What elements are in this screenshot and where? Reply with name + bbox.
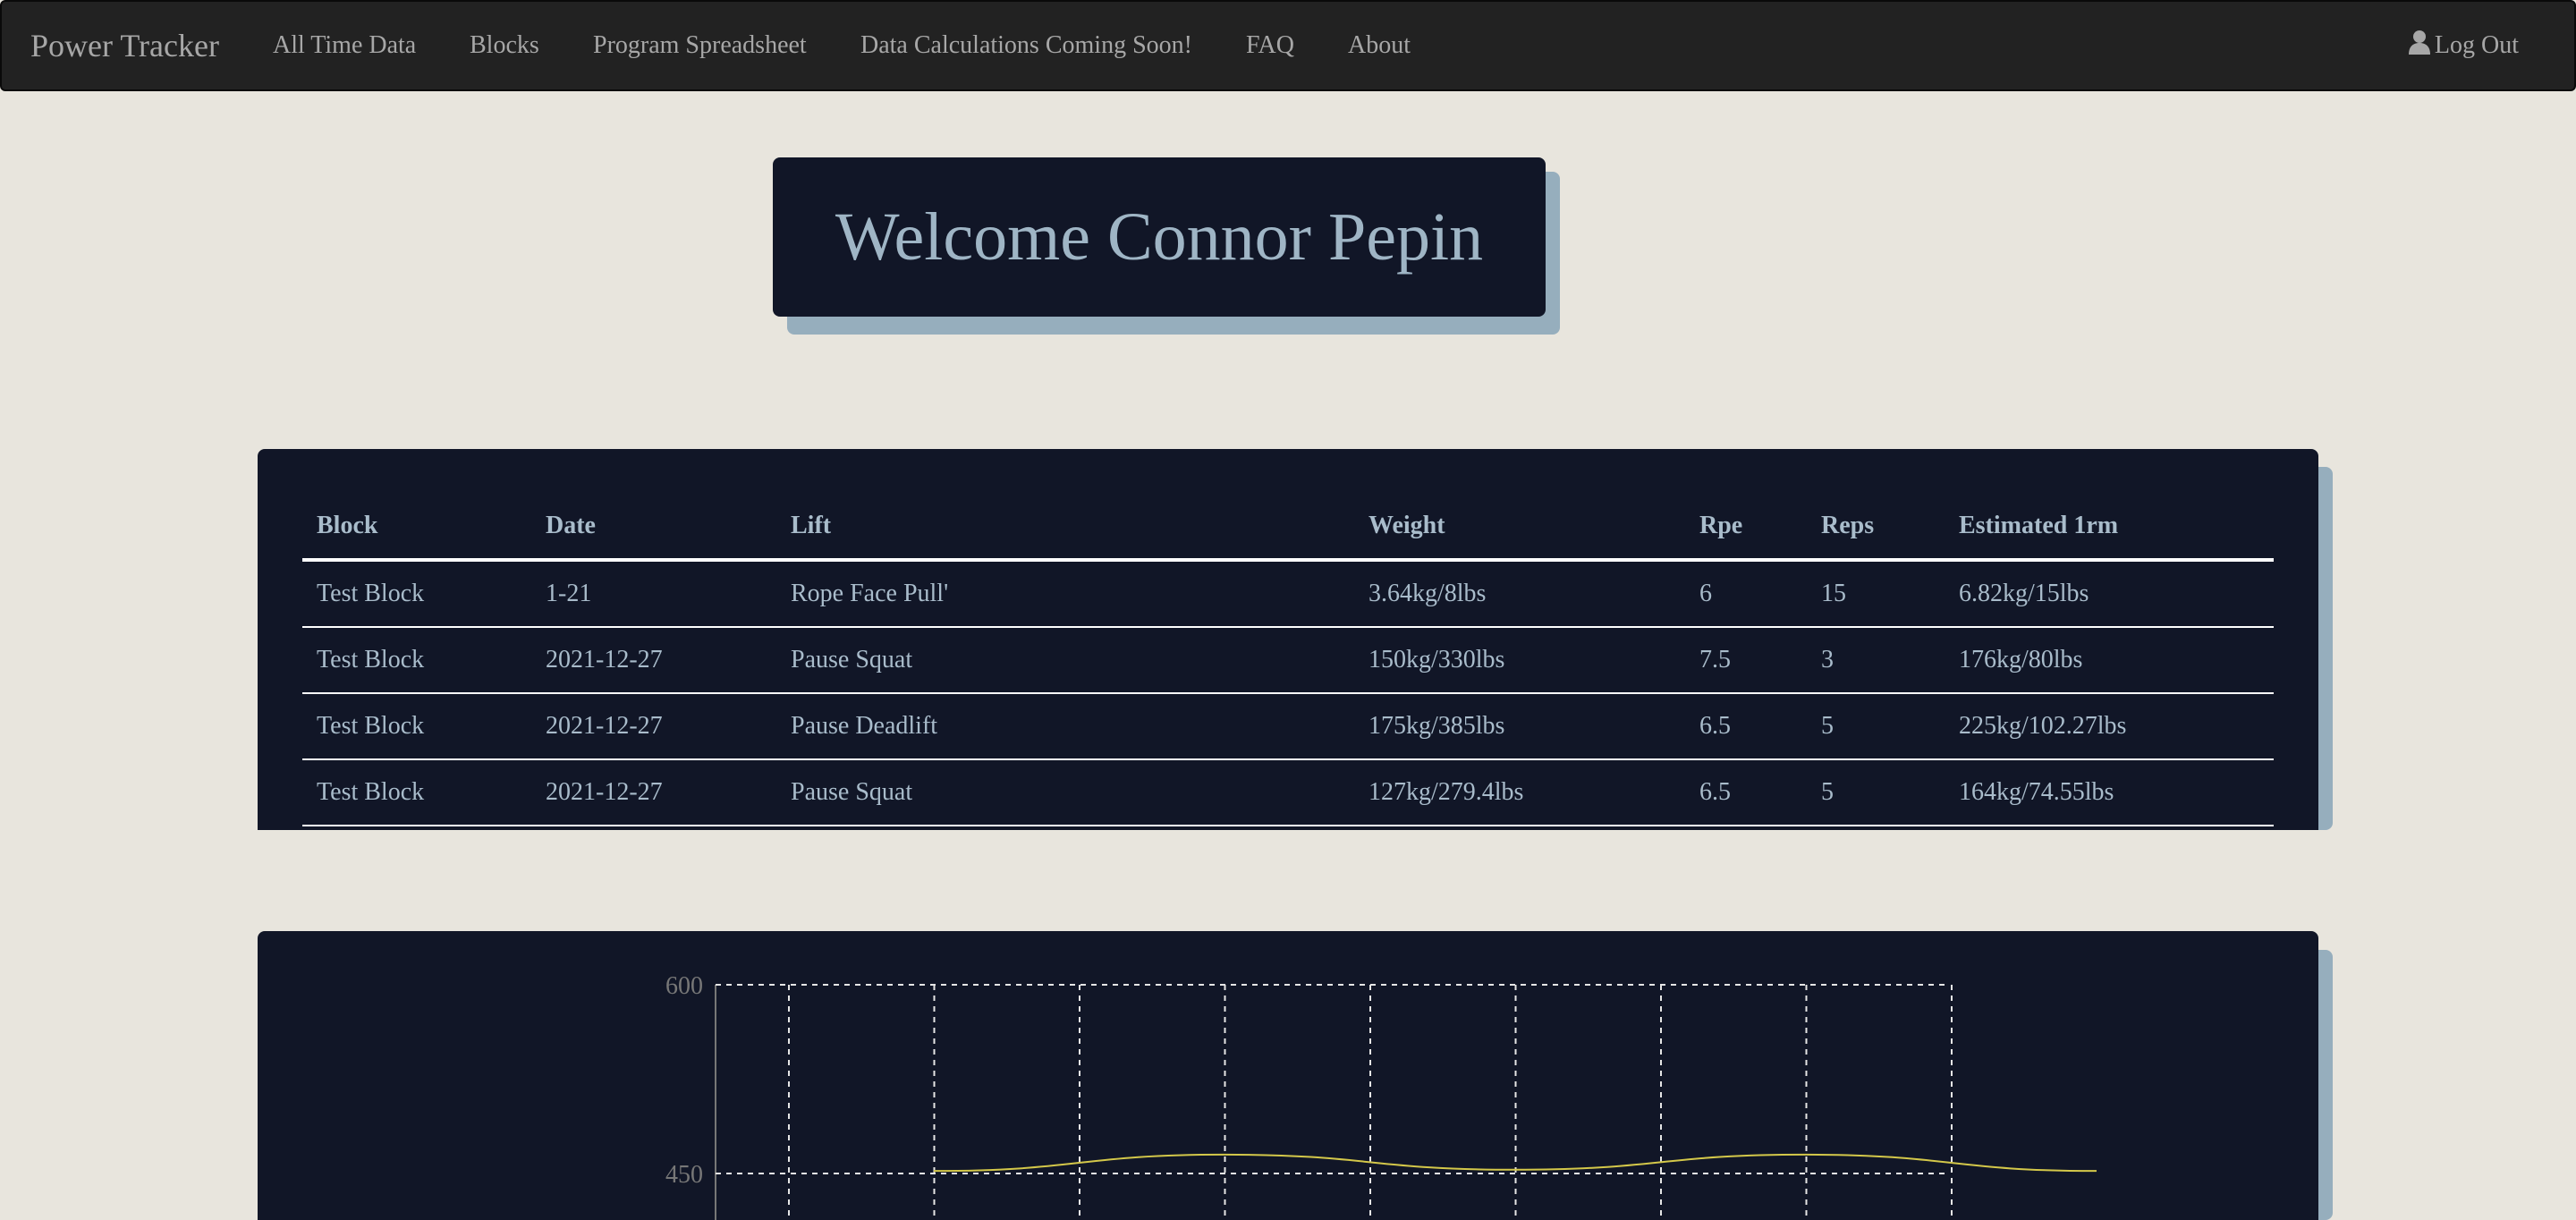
header-weight: Weight bbox=[1354, 494, 1685, 562]
cell-date: 1-21 bbox=[531, 560, 776, 628]
header-estimated-1rm: Estimated 1rm bbox=[1945, 494, 2274, 562]
cell-lift: Rope Face Pull' bbox=[776, 560, 1354, 628]
table-row: Test Block 1-21 Rope Face Pull' 3.64kg/8… bbox=[302, 560, 2274, 628]
cell-block: Test Block bbox=[302, 560, 531, 628]
cell-estimated-1rm: 164kg/74.55lbs bbox=[1945, 759, 2274, 826]
header-reps: Reps bbox=[1807, 494, 1945, 562]
header-rpe: Rpe bbox=[1685, 494, 1807, 562]
cell-estimated-1rm: 225kg/102.27lbs bbox=[1945, 693, 2274, 760]
cell-lift: Pause Deadlift bbox=[776, 693, 1354, 760]
cell-lift: Pause Squat bbox=[776, 759, 1354, 826]
lifts-table: Block Date Lift Weight Rpe Reps Estimate… bbox=[302, 494, 2274, 826]
user-icon bbox=[2408, 30, 2430, 55]
logout-link[interactable]: Log Out bbox=[2408, 2, 2519, 89]
lift-chart: 600 450 bbox=[665, 972, 2097, 1220]
cell-estimated-1rm: 6.82kg/15lbs bbox=[1945, 560, 2274, 628]
nav-blocks[interactable]: Blocks bbox=[470, 2, 539, 89]
cell-rpe: 7.5 bbox=[1685, 627, 1807, 694]
cell-date: 2021-12-27 bbox=[531, 759, 776, 826]
cell-reps: 5 bbox=[1807, 693, 1945, 760]
cell-reps: 5 bbox=[1807, 759, 1945, 826]
nav-all-time-data[interactable]: All Time Data bbox=[273, 2, 416, 89]
table-row: Test Block 2021-12-27 Pause Squat 150kg/… bbox=[302, 627, 2274, 694]
header-lift: Lift bbox=[776, 494, 1354, 562]
cell-date: 2021-12-27 bbox=[531, 627, 776, 694]
cell-block: Test Block bbox=[302, 693, 531, 760]
cell-block: Test Block bbox=[302, 759, 531, 826]
brand-link[interactable]: Power Tracker bbox=[30, 2, 219, 89]
table-row: Test Block 2021-12-27 Pause Squat 127kg/… bbox=[302, 759, 2274, 826]
welcome-banner: Welcome Connor Pepin bbox=[773, 157, 1546, 317]
cell-rpe: 6.5 bbox=[1685, 693, 1807, 760]
cell-reps: 15 bbox=[1807, 560, 1945, 628]
chart-panel: 600 450 bbox=[258, 931, 2318, 1220]
header-date: Date bbox=[531, 494, 776, 562]
y-tick-label: 450 bbox=[665, 1161, 703, 1189]
cell-weight: 3.64kg/8lbs bbox=[1354, 560, 1685, 628]
cell-date: 2021-12-27 bbox=[531, 693, 776, 760]
y-tick-label: 600 bbox=[665, 972, 703, 1000]
cell-rpe: 6.5 bbox=[1685, 759, 1807, 826]
header-block: Block bbox=[302, 494, 531, 562]
cell-estimated-1rm: 176kg/80lbs bbox=[1945, 627, 2274, 694]
cell-lift: Pause Squat bbox=[776, 627, 1354, 694]
cell-weight: 127kg/279.4lbs bbox=[1354, 759, 1685, 826]
nav-about[interactable]: About bbox=[1348, 2, 1411, 89]
welcome-title: Welcome Connor Pepin bbox=[835, 199, 1484, 275]
table-header-row: Block Date Lift Weight Rpe Reps Estimate… bbox=[302, 494, 2274, 562]
nav-faq[interactable]: FAQ bbox=[1246, 2, 1294, 89]
top-navbar: Power Tracker All Time Data Blocks Progr… bbox=[0, 0, 2576, 91]
table-row: Test Block 2021-12-27 Pause Deadlift 175… bbox=[302, 693, 2274, 760]
cell-reps: 3 bbox=[1807, 627, 1945, 694]
cell-weight: 175kg/385lbs bbox=[1354, 693, 1685, 760]
cell-block: Test Block bbox=[302, 627, 531, 694]
nav-program-spreadsheet[interactable]: Program Spreadsheet bbox=[593, 2, 807, 89]
cell-rpe: 6 bbox=[1685, 560, 1807, 628]
nav-data-calculations[interactable]: Data Calculations Coming Soon! bbox=[860, 2, 1192, 89]
lifts-table-panel: Block Date Lift Weight Rpe Reps Estimate… bbox=[258, 449, 2318, 830]
cell-weight: 150kg/330lbs bbox=[1354, 627, 1685, 694]
logout-label: Log Out bbox=[2434, 31, 2519, 59]
